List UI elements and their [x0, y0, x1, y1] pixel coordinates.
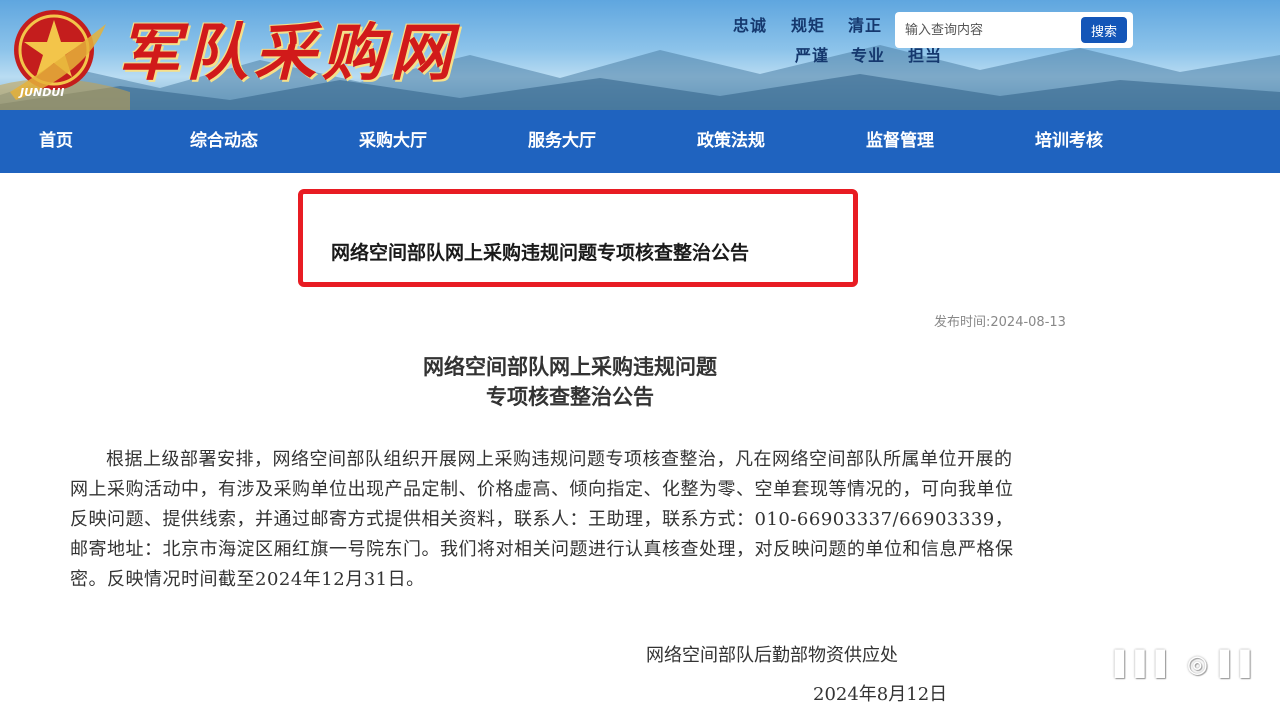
slogan-2: 规矩 — [791, 16, 826, 35]
nav-item-service-hall[interactable]: 服务大厅 — [528, 110, 596, 173]
site-title: 军队采购网 — [118, 16, 459, 89]
slogan-3: 清正 — [848, 16, 883, 35]
article-body: 根据上级部署安排，网络空间部队组织开展网上采购违规问题专项核查整治，凡在网络空间… — [70, 449, 1014, 590]
nav-item-news[interactable]: 综合动态 — [190, 110, 258, 173]
signature: 网络空间部队后勤部物资供应处 — [646, 645, 898, 666]
sign-date: 2024年8月12日 — [813, 684, 948, 705]
header-banner: JUNDUI 军队采购网 忠诚 规矩 清正 严谨 专业 担当 搜索 — [0, 0, 1280, 110]
emblem-text: JUNDUI — [18, 86, 64, 99]
slogan-5: 专业 — [851, 46, 886, 65]
slogan-4: 严谨 — [795, 46, 830, 65]
search-button[interactable]: 搜索 — [1081, 17, 1127, 43]
publish-time: 发布时间:2024-08-13 — [934, 315, 1066, 330]
search-box: 搜索 — [895, 12, 1133, 48]
watermark: ▌▌▌ ◎ ▌▌ — [1115, 650, 1261, 678]
nav-item-supervision[interactable]: 监督管理 — [866, 110, 934, 173]
nav-item-policy[interactable]: 政策法规 — [697, 110, 765, 173]
nav-item-home[interactable]: 首页 — [39, 110, 73, 173]
army-emblem-logo: JUNDUI — [10, 10, 106, 100]
article-title-line-1: 网络空间部队网上采购违规问题 — [423, 354, 717, 379]
nav-item-procurement-hall[interactable]: 采购大厅 — [359, 110, 427, 173]
highlighted-notice-title: 网络空间部队网上采购违规问题专项核查整治公告 — [331, 242, 750, 264]
slogan-1: 忠诚 — [733, 16, 768, 35]
article-title-line-2: 专项核查整治公告 — [486, 384, 654, 409]
main-nav: 首页 综合动态 采购大厅 服务大厅 政策法规 监督管理 培训考核 — [0, 110, 1280, 173]
article-title: 网络空间部队网上采购违规问题 专项核查整治公告 — [340, 352, 800, 412]
highlighted-title-box: 网络空间部队网上采购违规问题专项核查整治公告 — [298, 189, 858, 287]
search-input[interactable] — [901, 16, 1079, 44]
nav-item-training[interactable]: 培训考核 — [1035, 110, 1103, 173]
